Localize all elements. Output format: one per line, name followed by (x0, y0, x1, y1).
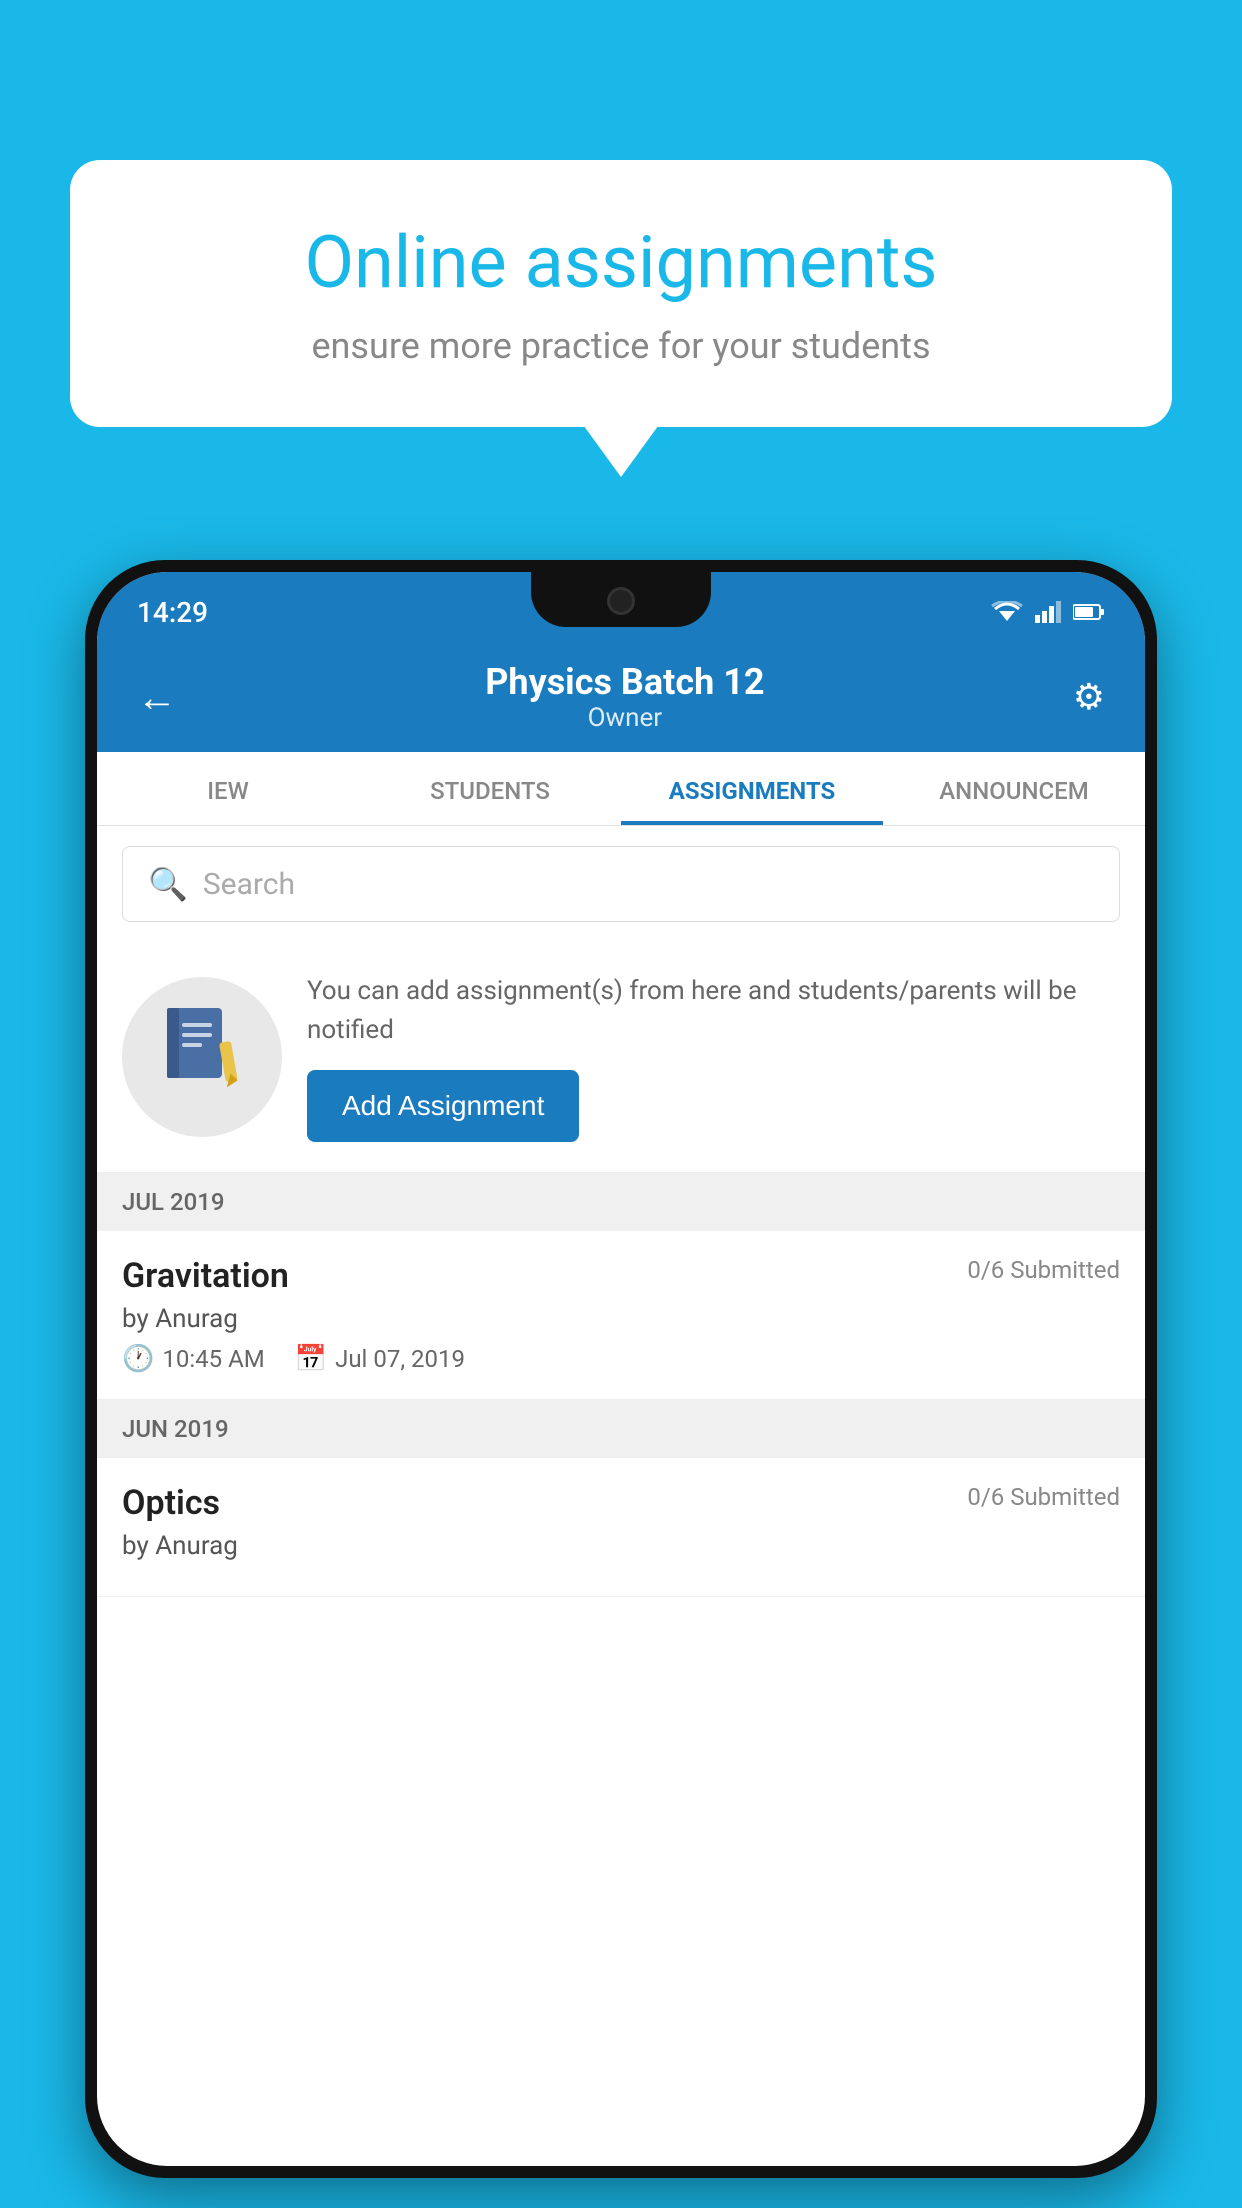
assignment-by-optics: by Anurag (122, 1531, 1120, 1561)
tab-announcements[interactable]: ANNOUNCEM (883, 752, 1145, 825)
status-time: 14:29 (137, 596, 208, 629)
tab-bar: IEW STUDENTS ASSIGNMENTS ANNOUNCEM (97, 752, 1145, 826)
camera-icon (607, 587, 635, 615)
assignment-meta-gravitation: 🕐 10:45 AM 📅 Jul 07, 2019 (122, 1344, 1120, 1374)
status-icons (991, 601, 1105, 623)
assignment-time-gravitation: 🕐 10:45 AM (122, 1344, 265, 1374)
assignment-icon (157, 1003, 247, 1111)
assignment-by-gravitation: by Anurag (122, 1304, 1120, 1334)
phone-notch (531, 572, 711, 627)
add-assignment-button[interactable]: Add Assignment (307, 1070, 579, 1142)
search-icon: 🔍 (148, 865, 188, 903)
assignment-submitted-optics: 0/6 Submitted (967, 1483, 1120, 1511)
tab-iew[interactable]: IEW (97, 752, 359, 825)
assignment-date-gravitation: 📅 Jul 07, 2019 (295, 1344, 465, 1374)
assignment-submitted-gravitation: 0/6 Submitted (967, 1256, 1120, 1284)
search-bar[interactable]: 🔍 Search (122, 846, 1120, 922)
phone-inner: 14:29 (97, 572, 1145, 2166)
signal-icon (1035, 601, 1061, 623)
promo-section: You can add assignment(s) from here and … (97, 942, 1145, 1173)
wifi-icon (991, 601, 1023, 623)
section-header-jun: JUN 2019 (97, 1400, 1145, 1458)
tab-students[interactable]: STUDENTS (359, 752, 621, 825)
promo-content: You can add assignment(s) from here and … (307, 972, 1120, 1142)
assignment-row1-optics: Optics 0/6 Submitted (122, 1483, 1120, 1523)
speech-bubble-container: Online assignments ensure more practice … (70, 160, 1172, 427)
speech-bubble-title: Online assignments (150, 220, 1092, 305)
tab-assignments[interactable]: ASSIGNMENTS (621, 752, 883, 825)
assignment-row1: Gravitation 0/6 Submitted (122, 1256, 1120, 1296)
speech-bubble-subtitle: ensure more practice for your students (150, 325, 1092, 367)
promo-text: You can add assignment(s) from here and … (307, 972, 1120, 1050)
promo-icon-circle (122, 977, 282, 1137)
back-button[interactable]: ← (127, 664, 187, 731)
header-title-area: Physics Batch 12 Owner (187, 661, 1063, 733)
section-header-jul: JUL 2019 (97, 1173, 1145, 1231)
header-title: Physics Batch 12 (187, 661, 1063, 703)
assignment-optics[interactable]: Optics 0/6 Submitted by Anurag (97, 1458, 1145, 1597)
search-placeholder: Search (203, 867, 295, 902)
assignment-gravitation[interactable]: Gravitation 0/6 Submitted by Anurag 🕐 10… (97, 1231, 1145, 1400)
header-subtitle: Owner (187, 703, 1063, 733)
speech-bubble: Online assignments ensure more practice … (70, 160, 1172, 427)
phone-frame: 14:29 (85, 560, 1157, 2178)
app-header: ← Physics Batch 12 Owner ⚙ (97, 642, 1145, 752)
clock-icon: 🕐 (122, 1344, 154, 1374)
calendar-icon: 📅 (295, 1344, 327, 1374)
settings-button[interactable]: ⚙ (1063, 666, 1115, 728)
assignment-name-gravitation: Gravitation (122, 1256, 289, 1296)
battery-icon (1073, 603, 1105, 621)
search-container: 🔍 Search (97, 826, 1145, 942)
assignment-name-optics: Optics (122, 1483, 220, 1523)
notebook-pencil-icon (157, 1003, 247, 1093)
